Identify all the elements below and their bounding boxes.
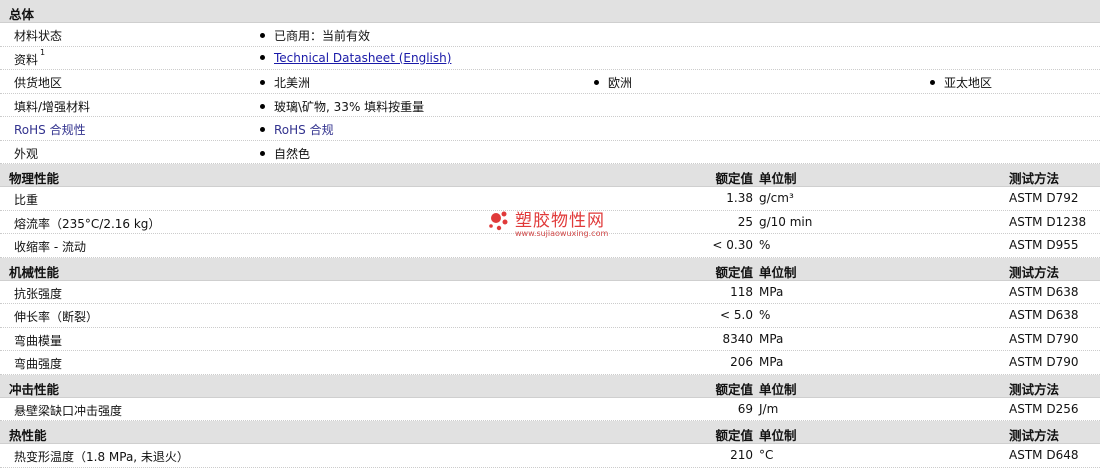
row-unit: J/m [759,401,779,416]
row-value: 1.38 [726,191,753,205]
row-label: 弯曲模量 [14,333,63,348]
row-label: 热变形温度（1.8 MPa, 未退火） [14,450,189,464]
column-header-unit: 单位制 [759,428,797,443]
section-header-mechanical: 机械性能 额定值 单位制 测试方法 [0,257,1100,281]
section-title: 冲击性能 [9,381,60,397]
row-unit: g/cm³ [759,191,794,205]
bullet-value: 玻璃\矿物, 33% 填料按重量 [260,98,424,115]
column-header-unit: 单位制 [759,171,797,186]
row-method: ASTM D638 [1009,284,1079,299]
table-row: 抗张强度 118 MPa ASTM D638 [0,280,1100,304]
row-label: 供货地区 [14,76,63,90]
row-label: 填料/增强材料 [14,99,91,114]
row-label: 弯曲强度 [14,357,63,371]
table-row: 弯曲模量 8340 MPa ASTM D790 [0,327,1100,351]
row-label: RoHS 合规性 [14,123,86,137]
row-value: 118 [730,284,753,299]
row-method: ASTM D790 [1009,331,1079,346]
section-title: 机械性能 [9,264,60,280]
table-row: 供货地区 北美洲 欧洲 亚太地区 [0,70,1100,94]
row-value: < 0.30 [712,238,753,252]
technical-datasheet-link[interactable]: Technical Datasheet (English) [274,51,451,65]
row-unit: % [759,308,771,322]
row-label: 伸长率（断裂） [14,310,99,324]
section-header-general: 总体 [0,0,1100,23]
row-unit: MPa [759,284,784,299]
section-title: 热性能 [9,428,47,443]
column-header-method: 测试方法 [1009,171,1060,186]
row-value: 25 [737,214,753,229]
bullet-icon [260,150,265,156]
table-row: 伸长率（断裂） < 5.0 % ASTM D638 [0,304,1100,328]
row-unit: g/10 min [759,214,813,229]
table-row: RoHS 合规性 RoHS 合规 [0,117,1100,141]
watermark-url: www.sujiaowuxing.com [515,229,609,238]
bullet-icon [260,80,265,85]
row-method: ASTM D792 [1009,191,1079,205]
row-method: ASTM D648 [1009,448,1079,462]
column-header-method: 测试方法 [1009,428,1060,443]
column-header-method: 测试方法 [1009,264,1060,280]
column-header-value: 额定值 [715,381,753,397]
bullet-value: 北美洲 [260,74,310,91]
row-value: 206 [730,355,753,369]
column-header-unit: 单位制 [759,381,797,397]
section-title: 物理性能 [9,171,60,186]
row-value: 69 [737,401,753,416]
section-header-physical: 物理性能 额定值 单位制 测试方法 [0,164,1100,187]
section-header-thermal: 热性能 额定值 单位制 测试方法 [0,421,1100,444]
row-label: 熔流率（235°C/2.16 kg） [14,216,161,231]
table-row: 资料1 Technical Datasheet (English) [0,46,1100,70]
column-header-method: 测试方法 [1009,381,1060,397]
row-label: 收缩率 - 流动 [14,240,86,254]
row-unit: °C [759,448,774,462]
section-title: 总体 [9,7,35,22]
watermark-text: 塑胶物性网 [515,211,605,231]
bullet-value: 欧洲 [594,74,632,91]
row-value: 210 [730,448,753,462]
row-unit: % [759,238,771,252]
row-label: 抗张强度 [14,286,63,301]
table-row: 材料状态 已商用：当前有效 [0,23,1100,47]
bullet-value: Technical Datasheet (English) [260,51,451,65]
column-header-value: 额定值 [715,171,753,186]
bullet-icon [930,80,935,85]
bullet-icon [260,54,265,60]
bullet-value: RoHS 合规 [260,121,334,138]
table-row: 悬壁梁缺口冲击强度 69 J/m ASTM D256 [0,397,1100,421]
table-row: 填料/增强材料 玻璃\矿物, 33% 填料按重量 [0,93,1100,117]
bullet-value: 已商用：当前有效 [260,27,370,44]
bullet-icon [260,103,265,109]
footnote-marker: 1 [40,47,46,57]
row-label: 悬壁梁缺口冲击强度 [14,403,123,418]
row-unit: MPa [759,331,784,346]
row-label: 比重 [14,193,39,207]
row-unit: MPa [759,355,784,369]
row-method: ASTM D955 [1009,238,1079,252]
table-row: 热变形温度（1.8 MPa, 未退火） 210 °C ASTM D648 [0,444,1100,468]
section-header-impact: 冲击性能 额定值 单位制 测试方法 [0,374,1100,398]
column-header-value: 额定值 [715,428,753,443]
table-row: 外观 自然色 [0,140,1100,164]
column-header-value: 额定值 [715,264,753,280]
bullet-value: 自然色 [260,145,310,162]
row-value: 8340 [722,331,753,346]
row-label: 材料状态 [14,29,63,43]
row-value: < 5.0 [720,308,753,322]
row-label: 外观 [14,146,39,161]
row-method: ASTM D638 [1009,308,1079,322]
bullet-icon [260,33,265,38]
row-method: ASTM D1238 [1009,214,1087,229]
bullet-icon [260,127,265,132]
bullet-icon [594,80,599,85]
column-header-unit: 单位制 [759,264,797,280]
row-method: ASTM D790 [1009,355,1079,369]
watermark-logo-icon [489,211,508,231]
row-method: ASTM D256 [1009,401,1079,416]
watermark: 塑胶物性网 www.sujiaowuxing.com [487,206,627,242]
table-row: 弯曲强度 206 MPa ASTM D790 [0,351,1100,375]
bullet-value: 亚太地区 [930,74,992,91]
row-label: 资料1 [14,47,46,67]
